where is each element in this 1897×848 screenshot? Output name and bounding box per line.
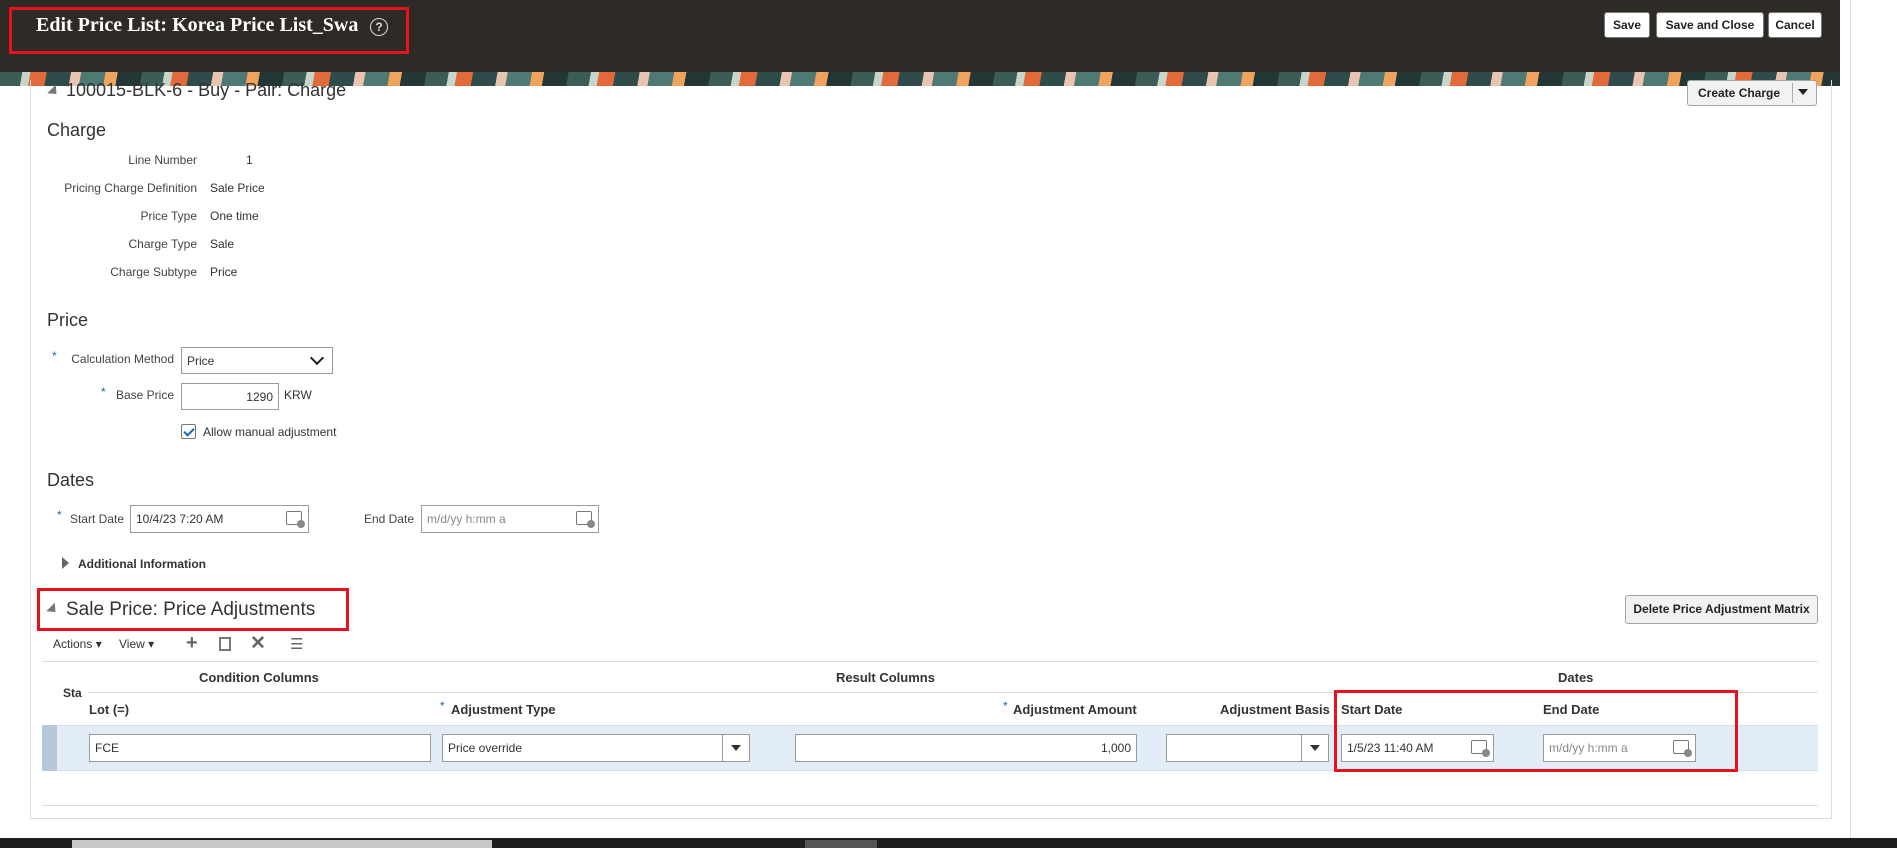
- chevron-down-icon: [309, 350, 325, 366]
- required-indicator: *: [1003, 699, 1008, 713]
- row-selector[interactable]: [42, 725, 57, 771]
- save-button[interactable]: Save: [1604, 12, 1650, 38]
- dates-group-header: Dates: [1558, 670, 1594, 685]
- view-menu[interactable]: View ▾: [119, 637, 154, 651]
- create-charge-button[interactable]: Create Charge: [1687, 80, 1817, 106]
- currency-code: KRW: [284, 388, 312, 402]
- result-columns-header: Result Columns: [836, 670, 935, 685]
- start-date-label: Start Date: [69, 512, 124, 526]
- end-date-input[interactable]: m/d/yy h:mm a: [421, 505, 599, 533]
- checkmark-icon: [183, 425, 195, 437]
- pricing-charge-definition-value: Sale Price: [210, 181, 265, 195]
- chevron-down-icon: [1310, 745, 1320, 751]
- adjustment-type-select[interactable]: Price override: [442, 734, 750, 762]
- calendar-icon[interactable]: [576, 511, 595, 528]
- table-footer-divider: [42, 805, 1818, 806]
- highlight-title-box: [9, 7, 409, 54]
- adjustment-amount-column-header[interactable]: Adjustment Amount: [1013, 702, 1137, 717]
- status-column-header: Sta: [63, 686, 82, 700]
- save-and-close-button[interactable]: Save and Close: [1656, 12, 1764, 38]
- price-type-value: One time: [210, 209, 259, 223]
- dates-heading: Dates: [47, 470, 95, 490]
- right-divider: [1850, 0, 1851, 838]
- expand-icon[interactable]: [62, 557, 69, 569]
- adjustments-title: Sale Price: Price Adjustments: [66, 599, 316, 620]
- calculation-method-select[interactable]: Price: [181, 347, 333, 374]
- required-indicator: *: [101, 385, 106, 399]
- add-row-icon[interactable]: +: [186, 633, 198, 653]
- calculation-method-label: Calculation Method: [71, 352, 174, 366]
- dropdown-button[interactable]: [722, 735, 749, 761]
- dropdown-button[interactable]: [1301, 735, 1328, 761]
- create-charge-label: Create Charge: [1698, 86, 1781, 100]
- allow-manual-adjustment-label: Allow manual adjustment: [203, 425, 337, 439]
- lot-input[interactable]: FCE: [89, 734, 431, 762]
- chevron-down-icon: [731, 745, 741, 751]
- view-label: View: [119, 637, 145, 651]
- adjustment-type-value: Price override: [448, 741, 523, 755]
- scrollbar-track[interactable]: [72, 840, 492, 848]
- charge-heading: Charge: [47, 120, 107, 140]
- allow-manual-adjustment-checkbox[interactable]: [181, 424, 196, 439]
- charge-type-value: Sale: [210, 237, 235, 251]
- scrollbar-thumb[interactable]: [805, 840, 877, 848]
- charge-subtype-value: Price: [210, 265, 238, 279]
- condition-columns-header: Condition Columns: [199, 670, 319, 685]
- price-type-label: Price Type: [140, 209, 197, 223]
- required-indicator: *: [440, 699, 445, 713]
- delete-price-adjustment-matrix-button[interactable]: Delete Price Adjustment Matrix: [1625, 595, 1818, 624]
- end-date-placeholder: m/d/yy h:mm a: [427, 512, 506, 526]
- line-number-value: 1: [246, 153, 253, 167]
- split-divider: [1792, 83, 1793, 103]
- actions-menu[interactable]: Actions ▾: [53, 637, 102, 651]
- calculation-method-value: Price: [187, 354, 215, 368]
- additional-information-toggle[interactable]: Additional Information: [78, 557, 206, 571]
- adjustment-basis-column-header[interactable]: Adjustment Basis: [1220, 702, 1330, 717]
- lot-column-header[interactable]: Lot (=): [89, 702, 129, 717]
- adjustment-basis-select[interactable]: [1166, 734, 1329, 762]
- chevron-down-icon[interactable]: [1798, 89, 1808, 95]
- start-date-input[interactable]: 10/4/23 7:20 AM: [130, 505, 309, 533]
- base-price-input[interactable]: 1290: [181, 383, 279, 410]
- delete-icon[interactable]: ✕: [250, 632, 266, 655]
- pricing-charge-definition-label: Pricing Charge Definition: [64, 181, 197, 195]
- bottom-bar: [0, 838, 1897, 848]
- start-date-value: 10/4/23 7:20 AM: [136, 512, 224, 526]
- line-number-label: Line Number: [128, 153, 197, 167]
- charge-header-title: 100015-BLK-6 - Buy - Pair: Charge: [66, 80, 347, 100]
- adjustment-type-column-header[interactable]: Adjustment Type: [451, 702, 556, 717]
- required-indicator: *: [52, 349, 57, 363]
- filter-icon[interactable]: ☰: [290, 635, 303, 653]
- required-indicator: *: [57, 508, 62, 522]
- duplicate-icon[interactable]: [219, 637, 231, 651]
- charge-type-label: Charge Type: [128, 237, 198, 251]
- end-date-label: End Date: [363, 512, 414, 526]
- charge-subtype-label: Charge Subtype: [110, 265, 197, 279]
- actions-label: Actions: [53, 637, 93, 651]
- adjustment-amount-input[interactable]: 1,000: [795, 734, 1137, 762]
- highlight-dates-box: [1334, 690, 1738, 772]
- calendar-icon[interactable]: [286, 511, 305, 528]
- price-heading: Price: [47, 310, 89, 330]
- cancel-button[interactable]: Cancel: [1768, 12, 1822, 38]
- base-price-label: Base Price: [115, 388, 174, 402]
